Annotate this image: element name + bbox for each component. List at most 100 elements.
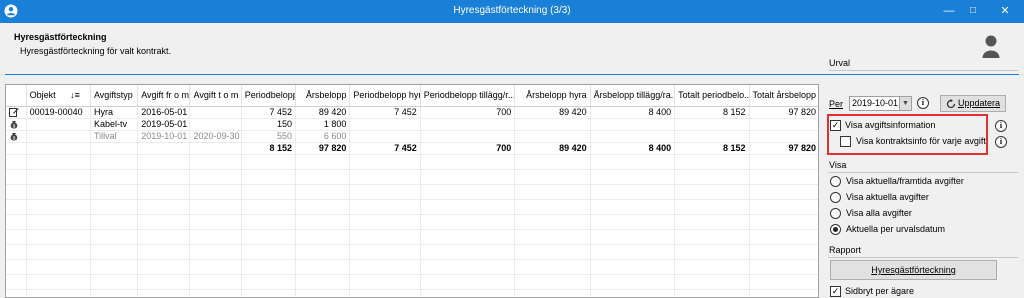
cell-ab-tillagg [590,130,676,143]
total-pb-hyra: 7 452 [349,142,421,155]
empty-row [6,214,818,230]
row-icon-cell[interactable] [6,106,27,119]
cell-tot-ars [749,118,818,131]
cell-tot-period [674,118,750,131]
cell-ab-tillagg [590,118,676,131]
row-icon-cell: $ [6,130,27,143]
fee-table[interactable]: Objekt ↓≡ Avgiftstyp Avgift fr o m Avgif… [5,84,819,298]
sort-icon[interactable]: ↓≡ [70,90,80,100]
cell-tom [189,118,242,131]
page-break-label[interactable]: Sidbryt per ägare [845,286,914,296]
column-header-periodbelopp-hyra[interactable]: Periodbelopp hyra [349,85,421,107]
maximize-button[interactable]: □ [962,2,984,20]
urval-group-label: Urval [829,58,851,68]
cell-ab-hyra [514,118,591,131]
column-header-arsbelopp[interactable]: Årsbelopp [295,85,351,107]
minimize-button[interactable]: — [938,2,960,20]
column-header-avgiftstyp[interactable]: Avgiftstyp [90,85,139,107]
rapport-group-label: Rapport [829,245,862,255]
cell-arsbelopp: 1 800 [295,118,351,131]
cell-from: 2016-05-01 [137,106,191,119]
cell-from: 2019-05-01 [137,118,191,131]
info-icon[interactable]: i [995,136,1007,148]
empty-row [6,244,818,260]
column-header-totalt-periodbelopp[interactable]: Totalt periodbelo... [674,85,750,107]
page-break-checkbox[interactable]: ✓ [830,286,841,297]
total-pb-tillagg: 700 [420,142,516,155]
radio-current-future[interactable] [830,176,841,187]
empty-row [6,229,818,245]
cell-tot-ars: 97 820 [749,106,818,119]
radio-current[interactable] [830,192,841,203]
table-row[interactable]: $ Tillval 2019-10-01 2020-09-30 550 6 60… [6,130,818,143]
cell-periodbelopp: 550 [241,130,297,143]
radio-all[interactable] [830,208,841,219]
column-header-periodbelopp-tillagg[interactable]: Periodbelopp tillägg/r... [420,85,516,107]
totals-row: 8 152 97 820 7 452 700 89 420 8 400 8 15… [6,142,818,155]
visa-group-label: Visa [829,160,847,170]
money-bag-icon: $ [10,133,18,141]
show-fee-info-checkbox[interactable]: ✓ [830,120,841,131]
column-header-arsbelopp-hyra[interactable]: Årsbelopp hyra [514,85,591,107]
chevron-down-icon[interactable]: ▼ [899,97,911,110]
column-header-totalt-arsbelopp[interactable]: Totalt årsbelopp [749,85,818,107]
cell-objekt [26,118,91,131]
icon-column-header [6,85,27,107]
table-row[interactable]: $ Kabel-tv 2019-05-01 150 1 800 [6,118,818,131]
page-title: Hyresgästförteckning [14,32,107,42]
empty-row [6,274,818,290]
cell-tot-period: 8 152 [674,106,750,119]
total-periodbelopp: 8 152 [241,142,297,155]
money-bag-icon: $ [10,121,18,129]
cell-objekt [26,130,91,143]
cell-tot-ars [749,130,818,143]
empty-row [6,289,818,297]
cell-pb-hyra: 7 452 [349,106,421,119]
update-button[interactable]: Uppdatera [940,95,1006,112]
show-contract-info-label[interactable]: Visa kontraktsinfo för varje avgift [856,136,986,146]
cell-objekt: 00019-00040 [26,106,91,119]
cell-pb-hyra [349,130,421,143]
show-fee-info-label[interactable]: Visa avgiftsinformation [845,120,935,130]
radio-all-label[interactable]: Visa alla avgifter [846,208,912,218]
radio-per-date-label[interactable]: Aktuella per urvalsdatum [846,224,945,234]
column-header-avgift-from[interactable]: Avgift fr o m [137,85,191,107]
total-ab-hyra: 89 420 [514,142,591,155]
report-button[interactable]: Hyresgästförteckning [830,260,997,280]
radio-current-label[interactable]: Visa aktuella avgifter [846,192,929,202]
cell-ab-hyra [514,130,591,143]
column-header-periodbelopp[interactable]: Periodbelopp [241,85,297,107]
cell-tom [189,106,242,119]
row-icon-cell: $ [6,118,27,131]
column-header-avgift-tom[interactable]: Avgift t o m [189,85,242,107]
cell-pb-hyra [349,118,421,131]
rapport-divider [828,257,1018,258]
info-icon[interactable]: i [995,120,1007,132]
column-header-objekt[interactable]: Objekt ↓≡ [26,85,91,107]
cell-from: 2019-10-01 [137,130,191,143]
radio-per-date[interactable] [830,224,841,235]
cell-pb-tillagg: 700 [420,106,516,119]
info-icon[interactable]: i [917,97,929,109]
cell-tom: 2020-09-30 [189,130,242,143]
options-panel: Urval Per 2019-10-01 ▼ i Uppdatera ✓ Vis… [822,55,1024,298]
close-button[interactable]: ✕ [994,2,1016,20]
cell-pb-tillagg [420,130,516,143]
empty-row [6,169,818,185]
cell-periodbelopp: 7 452 [241,106,297,119]
show-contract-info-checkbox[interactable] [840,136,851,147]
per-label: Per [829,99,844,109]
cell-avgiftstyp: Hyra [90,106,139,119]
table-row[interactable]: 00019-00040 Hyra 2016-05-01 7 452 89 420… [6,106,818,119]
column-header-arsbelopp-tillagg[interactable]: Årsbelopp tillägg/ra... [590,85,676,107]
cell-pb-tillagg [420,118,516,131]
refresh-icon [946,98,956,108]
window-title: Hyresgästförteckning (3/3) [453,5,571,16]
title-bar: Hyresgästförteckning (3/3) — □ ✕ [0,0,1024,23]
cell-ab-hyra: 89 420 [514,106,591,119]
total-ab-tillagg: 8 400 [590,142,676,155]
cell-avgiftstyp: Kabel-tv [90,118,139,131]
radio-current-future-label[interactable]: Visa aktuella/framtida avgifter [846,176,964,186]
edit-icon[interactable] [9,107,19,117]
empty-row [6,154,818,170]
